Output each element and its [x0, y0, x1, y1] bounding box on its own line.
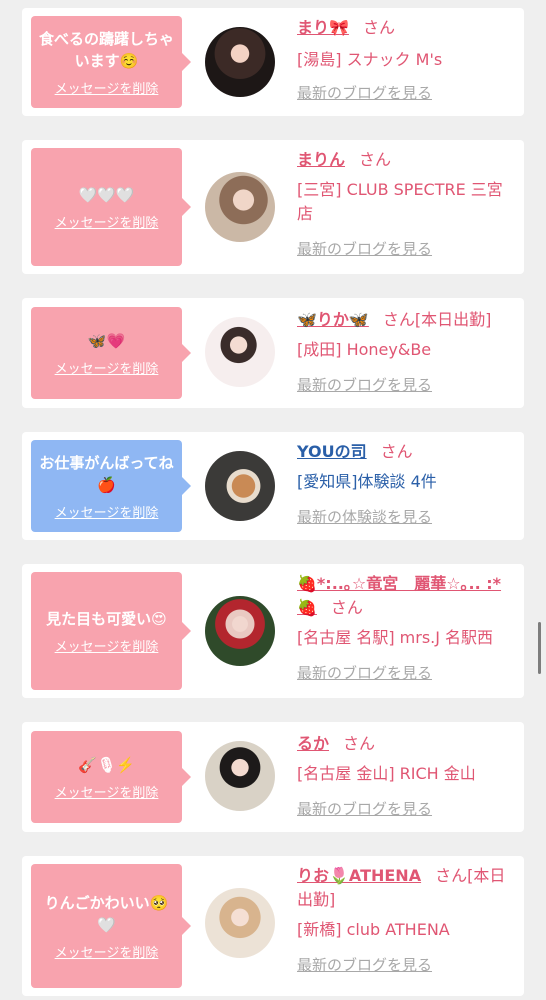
message-bubble: 🦋💗 メッセージを削除	[31, 307, 191, 399]
profile-name-link[interactable]: 🦋りか🦋	[297, 310, 369, 329]
message-text: 🦋💗	[87, 331, 126, 350]
message-card: お仕事がんばってね🍎 メッセージを削除 YOUの司 さん [愛知県]体験談 4件 …	[22, 432, 524, 540]
name-row: りお🌷ATHENA さん[本日出勤]	[297, 864, 517, 912]
shop-text: [新橋] club ATHENA	[297, 920, 450, 939]
delete-message-link[interactable]: メッセージを削除	[55, 212, 159, 231]
delete-message-link[interactable]: メッセージを削除	[55, 942, 159, 961]
profile-info: りお🌷ATHENA さん[本日出勤] [新橋] club ATHENA 最新のブロ…	[297, 864, 517, 975]
message-card: りんごかわいい🥺🤍 メッセージを削除 りお🌷ATHENA さん[本日出勤] [新橋…	[22, 856, 524, 996]
name-row: まり🎀 さん	[297, 16, 517, 40]
latest-blog-link[interactable]: 最新のブログを見る	[297, 662, 517, 683]
avatar[interactable]	[205, 741, 275, 811]
name-row: 🦋りか🦋 さん[本日出勤]	[297, 308, 517, 332]
avatar[interactable]	[205, 317, 275, 387]
shop-text: [名古屋 名駅] mrs.J 名駅西	[297, 628, 494, 647]
avatar[interactable]	[205, 888, 275, 958]
profile-info: YOUの司 さん [愛知県]体験談 4件 最新の体験談を見る	[297, 440, 517, 527]
message-text: お仕事がんばってね🍎	[39, 453, 174, 494]
honorific: さん	[435, 866, 468, 885]
avatar[interactable]	[205, 27, 275, 97]
honorific: さん	[382, 310, 415, 329]
latest-blog-link[interactable]: 最新のブログを見る	[297, 374, 517, 395]
honorific: さん	[380, 442, 413, 461]
name-row: るか さん	[297, 732, 517, 756]
avatar[interactable]	[205, 451, 275, 521]
profile-name-link[interactable]: まりん	[297, 150, 345, 169]
message-bubble: 🤍🤍🤍 メッセージを削除	[31, 148, 191, 266]
latest-blog-link[interactable]: 最新のブログを見る	[297, 82, 517, 103]
delete-message-link[interactable]: メッセージを削除	[55, 78, 159, 97]
message-bubble: 見た目も可愛い😍 メッセージを削除	[31, 572, 191, 690]
profile-name-link[interactable]: YOUの司	[297, 442, 367, 461]
message-card: 食べるの躊躇しちゃいます☺️ メッセージを削除 まり🎀 さん [湯島] スナック …	[22, 8, 524, 116]
profile-info: るか さん [名古屋 金山] RICH 金山 最新のブログを見る	[297, 732, 517, 819]
delete-message-link[interactable]: メッセージを削除	[55, 502, 159, 521]
message-bubble: お仕事がんばってね🍎 メッセージを削除	[31, 440, 191, 532]
scrollbar[interactable]	[538, 622, 541, 674]
profile-name-link[interactable]: るか	[297, 734, 329, 753]
avatar[interactable]	[205, 596, 275, 666]
shop-text: [成田] Honey&Be	[297, 340, 432, 359]
message-card: 🎸🎙⚡️ メッセージを削除 るか さん [名古屋 金山] RICH 金山 最新のブ…	[22, 722, 524, 832]
avatar[interactable]	[205, 172, 275, 242]
message-text: 見た目も可愛い😍	[46, 609, 167, 628]
name-row: 🍓*:..｡☆竜宮 麗華☆｡.. :*🍓 さん	[297, 572, 517, 620]
message-bubble: 🎸🎙⚡️ メッセージを削除	[31, 731, 191, 823]
shop-text: [名古屋 金山] RICH 金山	[297, 764, 476, 783]
message-text: 食べるの躊躇しちゃいます☺️	[38, 29, 174, 70]
message-text: りんごかわいい🥺🤍	[44, 893, 169, 934]
shop-text: [湯島] スナック M's	[297, 50, 443, 69]
delete-message-link[interactable]: メッセージを削除	[55, 782, 159, 801]
profile-info: まり🎀 さん [湯島] スナック M's 最新のブログを見る	[297, 16, 517, 103]
profile-info: 🍓*:..｡☆竜宮 麗華☆｡.. :*🍓 さん [名古屋 名駅] mrs.J 名駅…	[297, 572, 517, 683]
name-row: YOUの司 さん	[297, 440, 517, 464]
delete-message-link[interactable]: メッセージを削除	[55, 636, 159, 655]
delete-message-link[interactable]: メッセージを削除	[55, 358, 159, 377]
message-card: 🦋💗 メッセージを削除 🦋りか🦋 さん[本日出勤] [成田] Honey&Be 最…	[22, 298, 524, 408]
honorific: さん	[343, 734, 376, 753]
latest-blog-link[interactable]: 最新のブログを見る	[297, 238, 517, 259]
message-text: 🎸🎙⚡️	[78, 755, 135, 774]
honorific: さん	[359, 150, 392, 169]
profile-name-link[interactable]: りお🌷ATHENA	[297, 866, 421, 885]
latest-blog-link[interactable]: 最新のブログを見る	[297, 954, 517, 975]
profile-name-link[interactable]: 🍓*:..｡☆竜宮 麗華☆｡.. :*🍓	[297, 574, 501, 617]
message-bubble: りんごかわいい🥺🤍 メッセージを削除	[31, 864, 191, 988]
name-row: まりん さん	[297, 148, 517, 172]
message-card: 🤍🤍🤍 メッセージを削除 まりん さん [三宮] CLUB SPECTRE 三宮店…	[22, 140, 524, 274]
message-card: 見た目も可愛い😍 メッセージを削除 🍓*:..｡☆竜宮 麗華☆｡.. :*🍓 さん…	[22, 564, 524, 698]
profile-info: 🦋りか🦋 さん[本日出勤] [成田] Honey&Be 最新のブログを見る	[297, 308, 517, 395]
latest-blog-link[interactable]: 最新のブログを見る	[297, 798, 517, 819]
profile-info: まりん さん [三宮] CLUB SPECTRE 三宮店 最新のブログを見る	[297, 148, 517, 259]
latest-experience-link[interactable]: 最新の体験談を見る	[297, 506, 517, 527]
message-bubble: 食べるの躊躇しちゃいます☺️ メッセージを削除	[31, 16, 191, 108]
honorific: さん	[362, 18, 395, 37]
message-text: 🤍🤍🤍	[78, 185, 135, 204]
message-list: 食べるの躊躇しちゃいます☺️ メッセージを削除 まり🎀 さん [湯島] スナック …	[0, 0, 546, 1000]
status-badge: [本日出勤]	[414, 310, 492, 329]
shop-text: [愛知県]体験談 4件	[297, 472, 437, 491]
profile-name-link[interactable]: まり🎀	[297, 18, 349, 37]
shop-text: [三宮] CLUB SPECTRE 三宮店	[297, 180, 503, 223]
honorific: さん	[330, 598, 363, 617]
